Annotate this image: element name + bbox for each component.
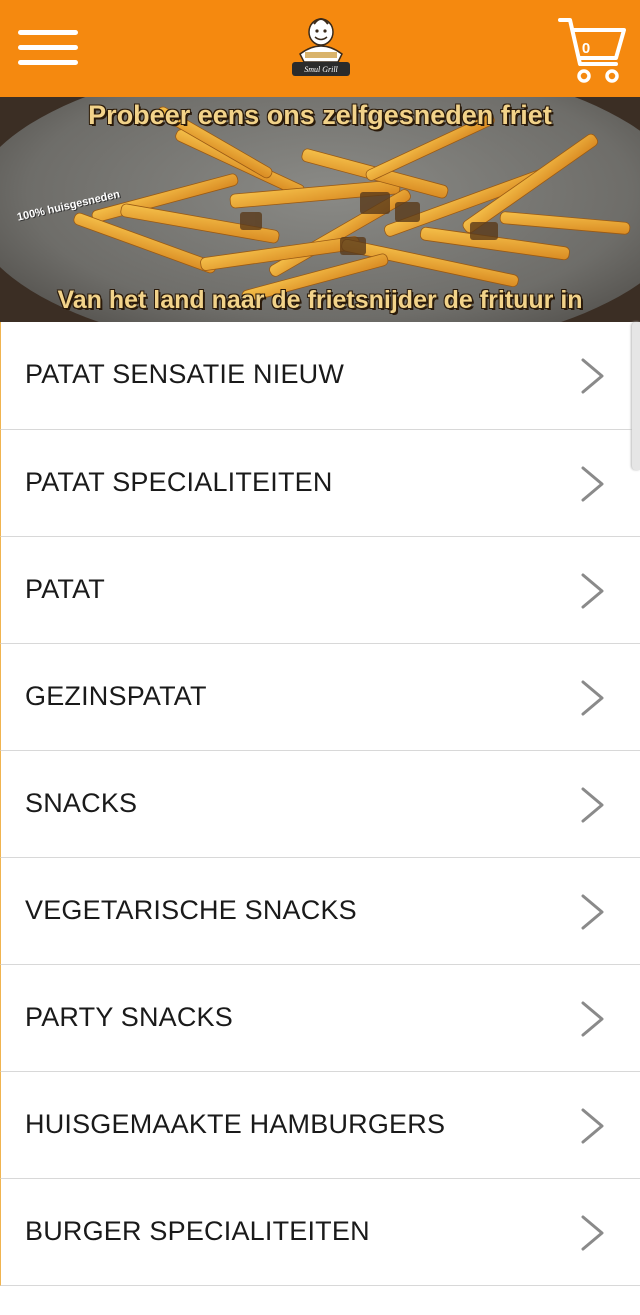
hero-banner: Probeer eens ons zelfgesneden friet 100%… (0, 97, 640, 322)
chevron-right-icon (581, 573, 604, 609)
category-item[interactable]: SNACKS (0, 751, 640, 858)
category-label: PATAT SENSATIE NIEUW (25, 359, 345, 389)
category-item[interactable]: GEZINSPATAT (0, 644, 640, 751)
chevron-right-icon (581, 1215, 604, 1251)
chevron-right-icon (581, 1001, 604, 1037)
category-label: PATAT (25, 574, 105, 604)
category-item[interactable]: VEGETARISCHE SNACKS (0, 858, 640, 965)
chevron-right-icon (581, 358, 604, 394)
category-label: HUISGEMAAKTE HAMBURGERS (25, 1109, 446, 1139)
top-bar: Smul Grill 0 (0, 0, 640, 97)
hero-subline: Van het land naar de frietsnijder de fri… (57, 286, 583, 314)
category-item[interactable]: PATAT SPECIALITEITEN (0, 430, 640, 537)
category-item[interactable]: PARTY SNACKS (0, 965, 640, 1072)
category-item[interactable]: PATAT SENSATIE NIEUW (0, 322, 640, 430)
chevron-right-icon (581, 894, 604, 930)
chevron-right-icon (581, 466, 604, 502)
category-item[interactable]: HUISGEMAAKTE HAMBURGERS (0, 1072, 640, 1179)
hamburger-menu-icon[interactable] (18, 28, 78, 66)
category-label: SNACKS (25, 788, 138, 818)
category-item[interactable]: BURGER SPECIALITEITEN (0, 1179, 640, 1286)
cart-count-badge: 0 (581, 40, 591, 57)
logo-text: Smul Grill (304, 65, 338, 74)
chevron-right-icon (581, 1108, 604, 1144)
scroll-indicator[interactable] (632, 322, 640, 470)
chevron-right-icon (581, 680, 604, 716)
chevron-right-icon (581, 787, 604, 823)
category-label: GEZINSPATAT (25, 681, 207, 711)
hero-headline: Probeer eens ons zelfgesneden friet (88, 100, 552, 130)
category-item[interactable]: PATAT (0, 537, 640, 644)
category-list: PATAT SENSATIE NIEUW PATAT SPECIALITEITE… (0, 322, 640, 1286)
restaurant-logo-icon[interactable]: Smul Grill (286, 10, 356, 84)
category-label: PARTY SNACKS (25, 1002, 233, 1032)
category-label: VEGETARISCHE SNACKS (25, 895, 357, 925)
category-label: PATAT SPECIALITEITEN (25, 467, 333, 497)
category-label: BURGER SPECIALITEITEN (25, 1216, 370, 1246)
